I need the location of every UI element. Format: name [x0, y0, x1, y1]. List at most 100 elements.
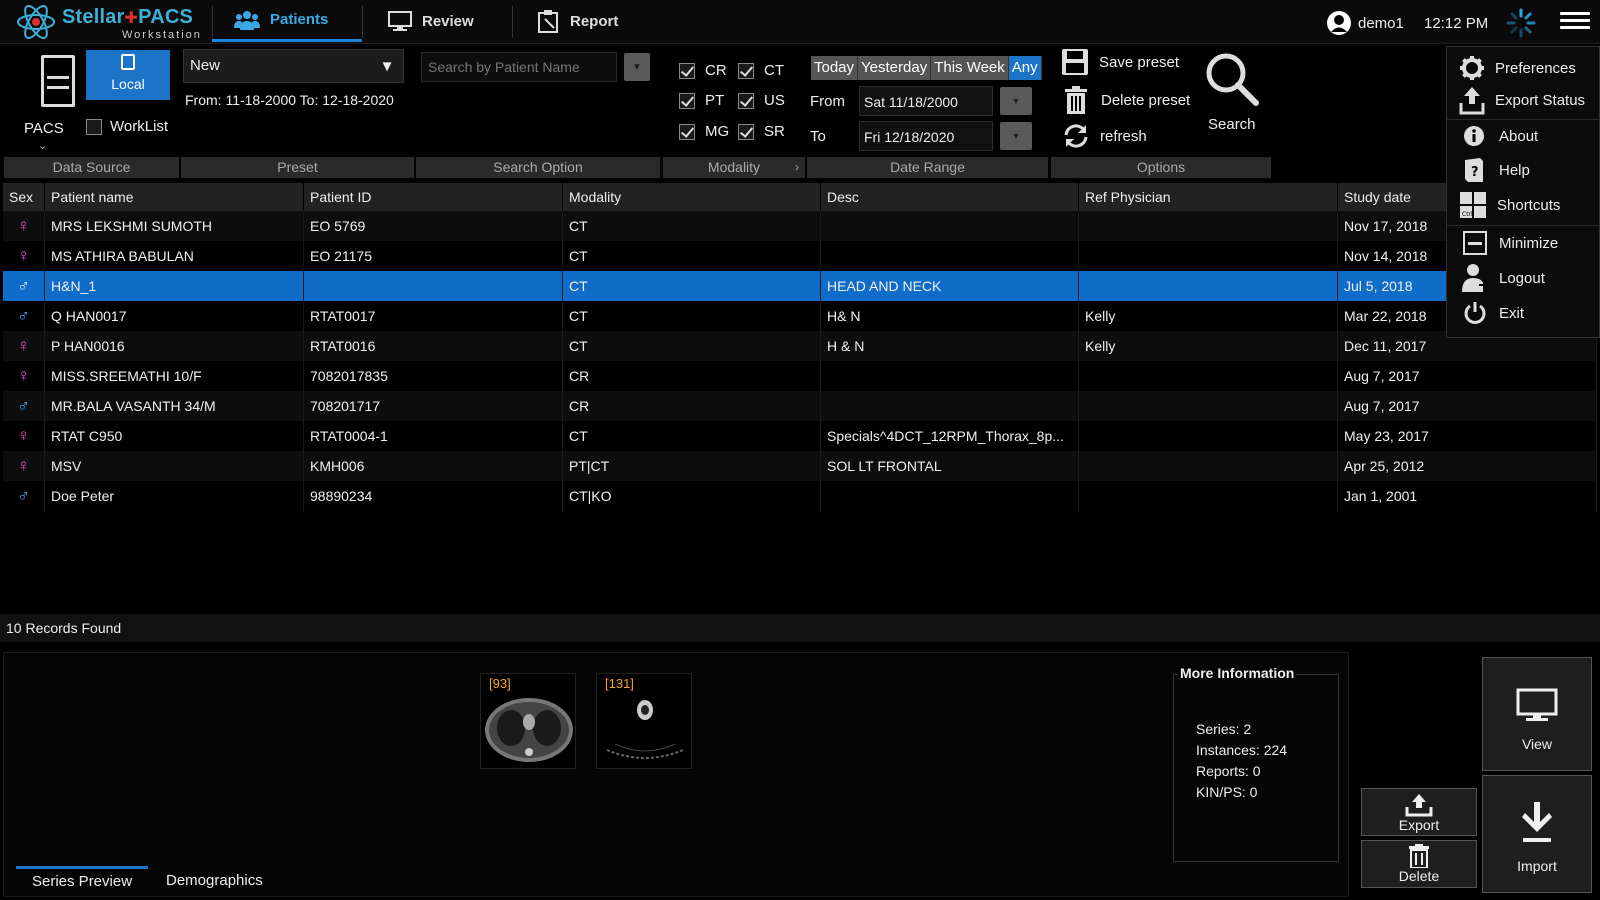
menu-item-minimize[interactable]: Minimize	[1463, 231, 1558, 255]
table-row[interactable]: ♂ Q HAN0017 RTAT0017 CT H& N Kelly Mar 22, 201…	[3, 301, 1597, 331]
to-date-picker-button[interactable]: ▼	[1000, 122, 1032, 150]
menu-item-preferences[interactable]: Preferences	[1459, 55, 1576, 81]
app-subtitle: Workstation	[122, 29, 202, 41]
date-tab-this-week[interactable]: This Week	[931, 56, 1009, 80]
menu-item-preferences-label: Preferences	[1495, 59, 1576, 77]
date-tab-yesterday[interactable]: Yesterday	[858, 56, 932, 80]
menu-item-help[interactable]: ? Help	[1463, 157, 1530, 183]
to-date-field[interactable]: Fri 12/18/2020	[859, 121, 993, 151]
hamburger-menu-button[interactable]	[1560, 8, 1590, 36]
import-button[interactable]: Import	[1482, 775, 1592, 893]
table-row[interactable]: ♂ H&N_1 CT HEAD AND NECK Jul 5, 2018	[3, 271, 1597, 301]
from-date-picker-button[interactable]: ▼	[1000, 87, 1032, 115]
delete-preset-button[interactable]: Delete preset	[1065, 86, 1190, 114]
series-instance-count: [131]	[605, 676, 634, 691]
pacs-label: PACS	[24, 120, 64, 137]
menu-item-exit[interactable]: Exit	[1463, 301, 1524, 325]
date-tab-any[interactable]: Any	[1008, 56, 1042, 80]
table-row[interactable]: ♀ RTAT C950 RTAT0004-1 CT Specials^4DCT_12RP…	[3, 421, 1597, 451]
cell-date: Apr 25, 2012	[1338, 451, 1597, 481]
cell-name: P HAN0016	[45, 331, 304, 361]
table-row[interactable]: ♀ MISS.SREEMATHI 10/F 7082017835 CR Aug 7, 2…	[3, 361, 1597, 391]
group-label-modality[interactable]: Modality ›	[663, 157, 805, 178]
menu-item-export-status[interactable]: Export Status	[1459, 85, 1585, 115]
series-thumbnail[interactable]: [93]	[480, 673, 576, 769]
modality-sr-checkbox[interactable]	[738, 123, 754, 140]
tab-series-preview[interactable]: Series Preview	[16, 866, 149, 896]
pacs-source-button[interactable]: PACS ⌄	[16, 45, 76, 153]
patient-search-input[interactable]	[421, 52, 617, 82]
column-header-sex[interactable]: Sex	[3, 183, 45, 211]
modality-pt[interactable]: PT	[679, 92, 724, 109]
series-instance-count: [93]	[489, 676, 511, 691]
series-thumbnail[interactable]: [131]	[596, 673, 692, 769]
tab-patients-label: Patients	[270, 11, 329, 28]
worklist-toggle[interactable]: WorkList	[86, 118, 168, 135]
column-header-patient-name[interactable]: Patient name	[45, 183, 304, 211]
modality-ct[interactable]: CT	[738, 62, 784, 79]
table-row[interactable]: ♂ Doe Peter 98890234 CT|KO Jan 1, 2001	[3, 481, 1597, 511]
table-row[interactable]: ♀ MSV KMH006 PT|CT SOL LT FRONTAL Apr 25, 201…	[3, 451, 1597, 481]
group-label-date-range: Date Range	[807, 157, 1048, 178]
app-title: Stellar✚PACS	[62, 6, 193, 29]
minimize-icon	[1463, 231, 1487, 255]
cell-id: 98890234	[304, 481, 563, 511]
menu-item-shortcuts[interactable]: Ctrl Shortcuts	[1459, 191, 1560, 219]
help-book-icon: ?	[1465, 158, 1483, 182]
cell-physician	[1079, 361, 1338, 391]
table-row[interactable]: ♂ MR.BALA VASANTH 34/M 708201717 CR Aug 7, 2…	[3, 391, 1597, 421]
cell-name: MRS LEKSHMI SUMOTH	[45, 211, 304, 241]
user-account[interactable]: demo1	[1326, 10, 1404, 36]
table-row[interactable]: ♀ P HAN0016 RTAT0016 CT H & N Kelly Dec 11, 20…	[3, 331, 1597, 361]
tab-report[interactable]: Report	[514, 0, 654, 42]
modality-mg[interactable]: MG	[679, 123, 729, 140]
cell-modality: CT	[563, 211, 821, 241]
tab-demographics[interactable]: Demographics	[150, 866, 279, 896]
female-icon: ♀	[3, 421, 45, 451]
tab-patients[interactable]: Patients	[212, 0, 362, 42]
search-option-dropdown-button[interactable]: ▼	[624, 53, 650, 81]
refresh-button[interactable]: refresh	[1062, 123, 1147, 149]
view-button[interactable]: View	[1482, 657, 1592, 771]
cell-id: 708201717	[304, 391, 563, 421]
search-button[interactable]: Search	[1198, 51, 1264, 147]
worklist-checkbox[interactable]	[86, 118, 102, 135]
patients-icon	[234, 10, 260, 30]
modality-us-checkbox[interactable]	[738, 92, 754, 109]
cell-modality: CT	[563, 301, 821, 331]
female-icon: ♀	[3, 211, 45, 241]
female-icon: ♀	[3, 241, 45, 271]
cell-date: Aug 7, 2017	[1338, 391, 1597, 421]
modality-cr-checkbox[interactable]	[679, 62, 695, 79]
column-header-desc[interactable]: Desc	[821, 183, 1079, 211]
column-header-patient-id[interactable]: Patient ID	[304, 183, 563, 211]
atom-logo-icon	[17, 5, 55, 39]
date-tab-today[interactable]: Today	[811, 56, 859, 80]
modality-pt-checkbox[interactable]	[679, 92, 695, 109]
report-icon	[538, 10, 558, 33]
modality-mg-checkbox[interactable]	[679, 123, 695, 140]
table-row[interactable]: ♀ MRS LEKSHMI SUMOTH EO 5769 CT Nov 17, 2018	[3, 211, 1597, 241]
cell-physician	[1079, 211, 1338, 241]
delete-button[interactable]: Delete	[1361, 840, 1477, 888]
column-header-modality[interactable]: Modality	[563, 183, 821, 211]
save-preset-button[interactable]: Save preset	[1061, 48, 1179, 76]
local-source-button[interactable]: Local	[86, 50, 170, 100]
top-nav-bar: Stellar✚PACS Workstation Patients Review…	[0, 0, 1600, 44]
tab-review[interactable]: Review	[366, 0, 506, 42]
export-button[interactable]: Export	[1361, 788, 1477, 836]
cell-desc	[821, 211, 1079, 241]
table-header: Sex Patient name Patient ID Modality Des…	[3, 183, 1597, 211]
modality-ct-checkbox[interactable]	[738, 62, 754, 79]
modality-sr[interactable]: SR	[738, 123, 785, 140]
modality-us[interactable]: US	[738, 92, 785, 109]
modality-cr[interactable]: CR	[679, 62, 727, 79]
preset-select[interactable]: New ▼	[183, 49, 404, 83]
menu-item-about[interactable]: About	[1463, 125, 1538, 147]
from-date-field[interactable]: Sat 11/18/2000	[859, 86, 993, 116]
table-row[interactable]: ♀ MS ATHIRA BABULAN EO 21175 CT Nov 14, 2018	[3, 241, 1597, 271]
menu-item-logout[interactable]: Logout	[1461, 263, 1545, 293]
cell-id: EO 5769	[304, 211, 563, 241]
cell-modality: CT	[563, 331, 821, 361]
column-header-ref-physician[interactable]: Ref Physician	[1079, 183, 1338, 211]
